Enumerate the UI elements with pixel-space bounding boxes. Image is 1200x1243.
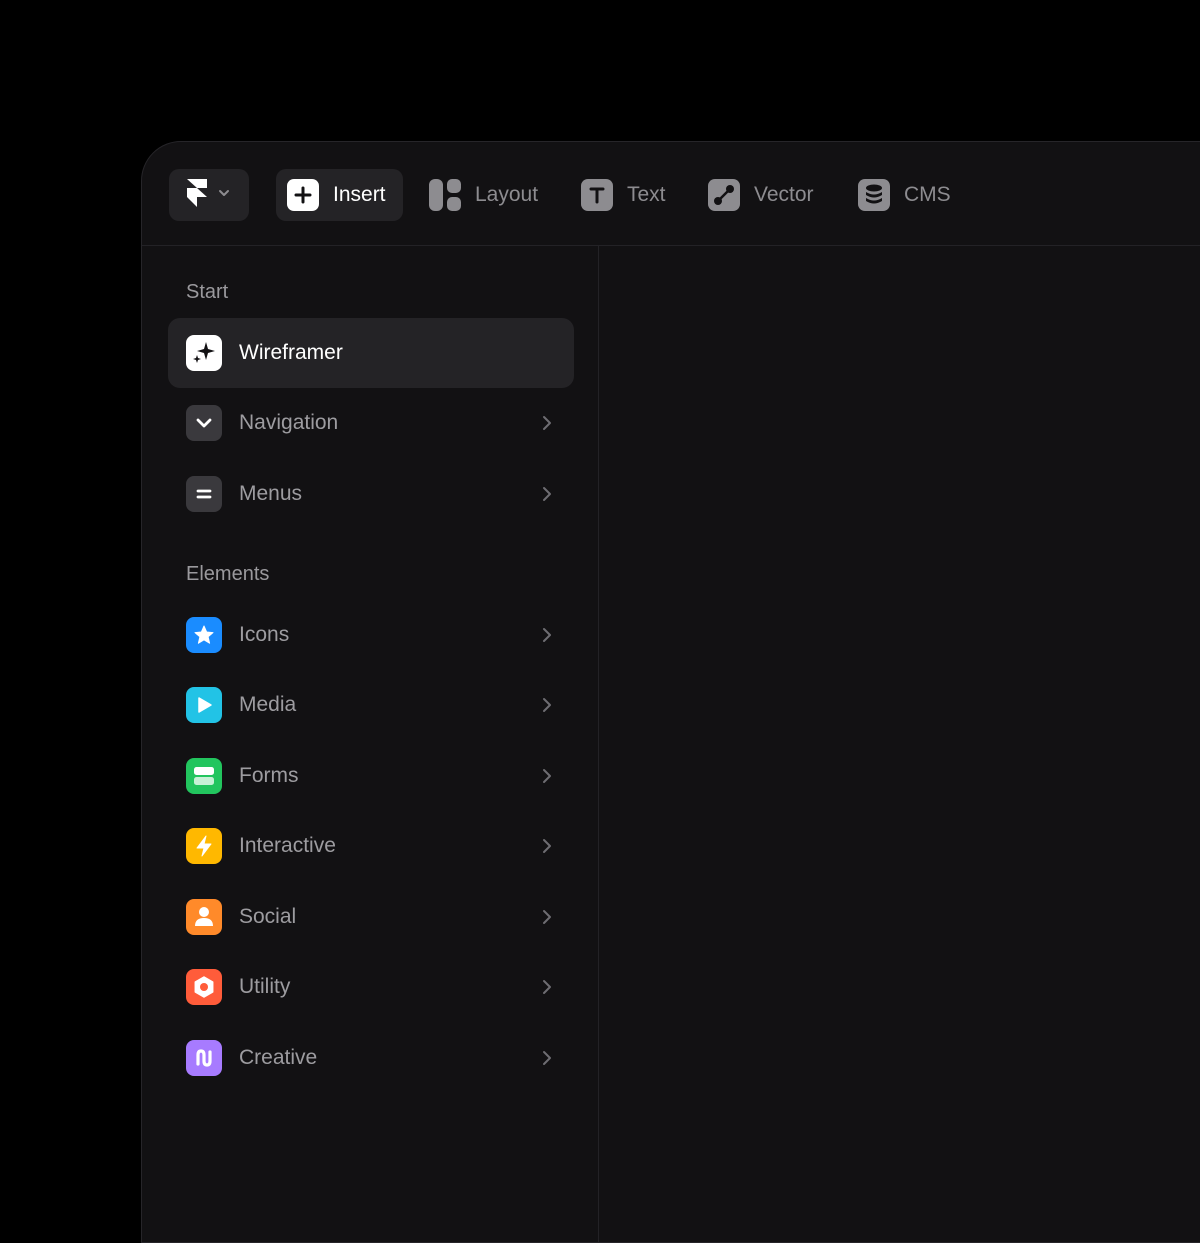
chevron-right-icon bbox=[543, 980, 551, 994]
sidebar-item-label: Social bbox=[239, 905, 297, 928]
sidebar-item-label: Wireframer bbox=[239, 341, 343, 364]
chevron-down-icon bbox=[217, 186, 231, 205]
sidebar-item-label: Forms bbox=[239, 764, 299, 787]
user-icon bbox=[186, 899, 222, 935]
app-menu-button[interactable] bbox=[169, 169, 249, 221]
chevron-down-icon bbox=[186, 405, 222, 441]
chevron-right-icon bbox=[543, 416, 551, 430]
plus-icon bbox=[287, 179, 319, 211]
toolbar-vector-label: Vector bbox=[754, 183, 814, 206]
sidebar-item-label: Icons bbox=[239, 623, 290, 646]
sidebar-item-wireframer[interactable]: Wireframer bbox=[168, 318, 574, 388]
toolbar-text-label: Text bbox=[627, 183, 666, 206]
layout-icon bbox=[429, 179, 461, 211]
chevron-right-icon bbox=[543, 698, 551, 712]
toolbar-cms-button[interactable]: CMS bbox=[847, 169, 968, 221]
app-window: Insert Layout Text Vector CMS Start Wire… bbox=[141, 141, 1200, 1243]
toolbar-vector-button[interactable]: Vector bbox=[697, 169, 831, 221]
star-icon bbox=[186, 617, 222, 653]
sidebar-item-creative[interactable]: Creative bbox=[168, 1023, 574, 1093]
toolbar-layout-label: Layout bbox=[475, 183, 539, 206]
sparkles-icon bbox=[186, 335, 222, 371]
form-icon bbox=[186, 758, 222, 794]
sidebar-item-navigation[interactable]: Navigation bbox=[168, 388, 574, 458]
chevron-right-icon bbox=[543, 769, 551, 783]
sidebar-item-label: Menus bbox=[239, 482, 303, 505]
sidebar-item-media[interactable]: Media bbox=[168, 670, 574, 740]
chevron-right-icon bbox=[543, 910, 551, 924]
vector-icon bbox=[708, 179, 740, 211]
section-title-start: Start bbox=[186, 281, 229, 303]
canvas-area[interactable] bbox=[599, 246, 1200, 1242]
toolbar-insert-label: Insert bbox=[333, 183, 386, 206]
insert-panel: Start Wireframer Navigation Menus Elemen… bbox=[142, 246, 599, 1242]
sidebar-item-label: Navigation bbox=[239, 411, 339, 434]
sidebar-item-icons[interactable]: Icons bbox=[168, 600, 574, 670]
chevron-right-icon bbox=[543, 628, 551, 642]
toolbar-layout-button[interactable]: Layout bbox=[418, 169, 555, 221]
toolbar-cms-label: CMS bbox=[904, 183, 951, 206]
chevron-right-icon bbox=[543, 839, 551, 853]
sidebar-item-label: Creative bbox=[239, 1046, 318, 1069]
toolbar-insert-button[interactable]: Insert bbox=[276, 169, 403, 221]
sidebar-item-forms[interactable]: Forms bbox=[168, 741, 574, 811]
sidebar-item-label: Media bbox=[239, 693, 297, 716]
lightning-icon bbox=[186, 828, 222, 864]
menu-lines-icon bbox=[186, 476, 222, 512]
sidebar-item-label: Interactive bbox=[239, 834, 336, 857]
section-title-elements: Elements bbox=[186, 563, 270, 585]
chevron-right-icon bbox=[543, 487, 551, 501]
toolbar-text-button[interactable]: Text bbox=[570, 169, 683, 221]
squiggle-icon bbox=[186, 1040, 222, 1076]
sidebar-item-social[interactable]: Social bbox=[168, 882, 574, 952]
hexagon-icon bbox=[186, 969, 222, 1005]
sidebar-item-interactive[interactable]: Interactive bbox=[168, 811, 574, 881]
play-icon bbox=[186, 687, 222, 723]
framer-logo-icon bbox=[187, 178, 207, 212]
top-toolbar: Insert Layout Text Vector CMS bbox=[142, 142, 1200, 246]
sidebar-item-utility[interactable]: Utility bbox=[168, 952, 574, 1022]
chevron-right-icon bbox=[543, 1051, 551, 1065]
sidebar-item-label: Utility bbox=[239, 975, 291, 998]
text-icon bbox=[581, 179, 613, 211]
sidebar-item-menus[interactable]: Menus bbox=[168, 459, 574, 529]
database-icon bbox=[858, 179, 890, 211]
